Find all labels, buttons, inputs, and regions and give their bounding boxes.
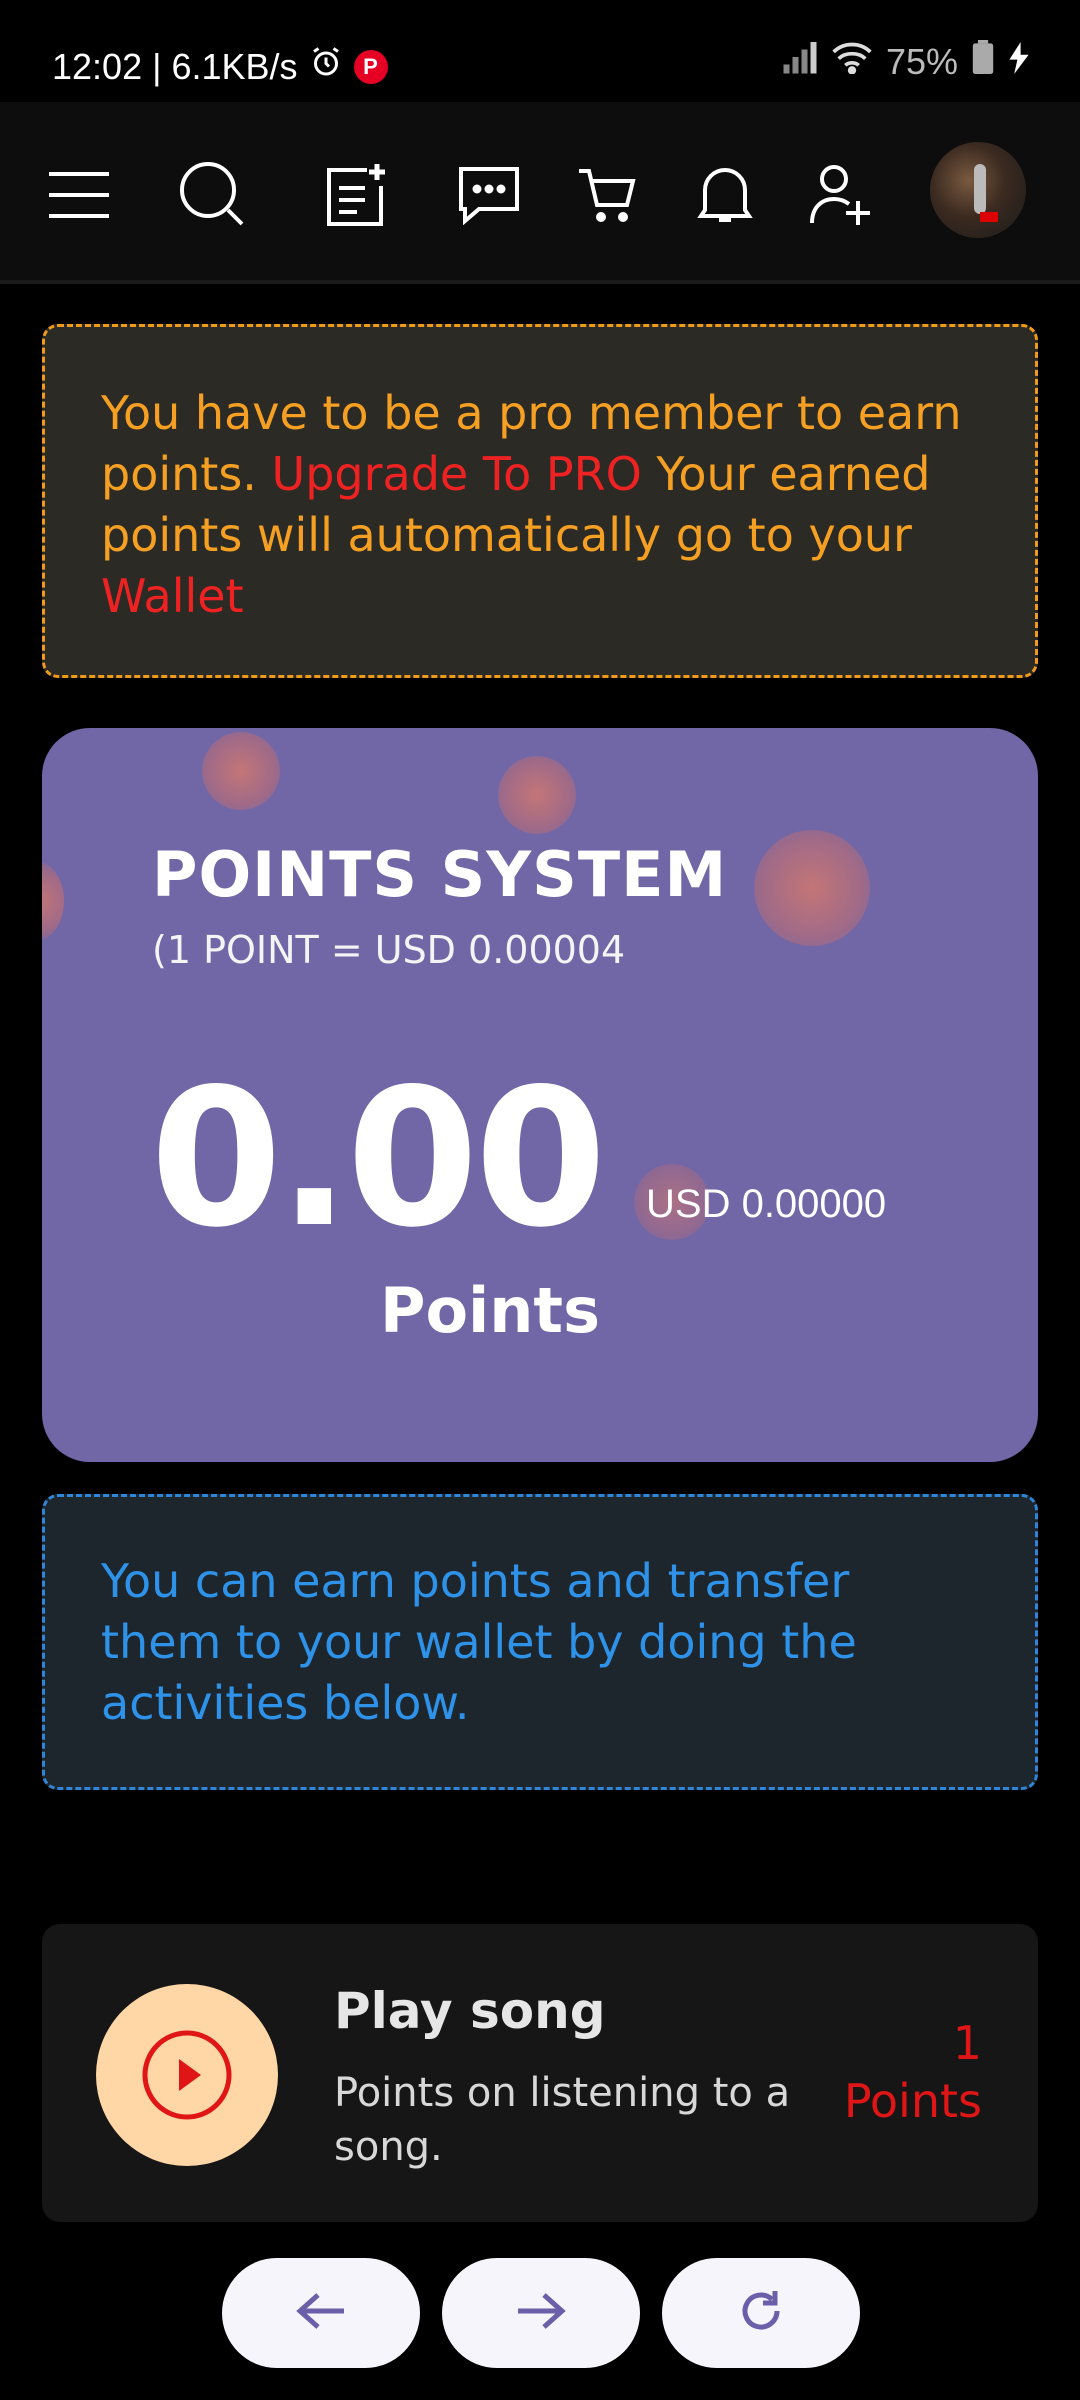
status-bar: 12:02 | 6.1KB/s P 75% [0,0,1080,102]
menu-icon[interactable] [44,160,114,230]
earn-points-notice: You can earn points and transfer them to… [42,1494,1038,1790]
status-left: 12:02 | 6.1KB/s P [52,44,388,89]
points-usd-value: USD 0.00000 [646,1182,887,1226]
pinterest-icon: P [353,49,388,84]
activity-title: Play song [334,1982,606,2040]
activity-play-song[interactable]: Play song Points on listening to a song.… [42,1924,1038,2222]
arrow-left-icon [296,2291,346,2335]
status-right: 75% [782,40,1030,83]
messages-icon[interactable] [454,160,524,230]
upgrade-to-pro-link[interactable]: Upgrade To PRO [272,447,642,501]
battery-icon [972,40,994,83]
points-rate: (1 POINT = USD 0.00004 [152,928,626,972]
avatar[interactable] [930,142,1026,238]
arrow-right-icon [516,2291,566,2335]
earn-notice-text: You can earn points and transfer them to… [101,1554,857,1730]
decorative-bubble [498,756,576,834]
charging-icon [1008,41,1030,83]
points-unit-label: Points [380,1274,600,1347]
search-icon[interactable] [178,160,248,230]
wallet-link[interactable]: Wallet [101,569,244,623]
activity-points-label: Points [843,2074,982,2128]
signal-icon [782,40,818,83]
activity-points-value: 1 [952,2016,982,2070]
refresh-button[interactable] [662,2258,860,2368]
refresh-icon [737,2287,785,2339]
points-value: 0.00 [150,1048,607,1269]
play-icon [96,1984,278,2166]
alarm-icon [308,44,344,89]
points-system-card: POINTS SYSTEM (1 POINT = USD 0.00004 0.0… [42,728,1038,1462]
cart-icon[interactable] [572,160,642,230]
top-navigation [0,102,1080,284]
bell-icon[interactable] [690,160,760,230]
status-time-speed: 12:02 | 6.1KB/s [52,45,298,87]
decorative-bubble [42,862,64,940]
new-post-icon[interactable] [320,160,390,230]
pro-member-notice: You have to be a pro member to earn poin… [42,324,1038,678]
back-button[interactable] [222,2258,420,2368]
wifi-icon [832,40,872,83]
points-system-title: POINTS SYSTEM [152,838,728,911]
decorative-bubble [202,732,280,810]
activity-description: Points on listening to a song. [334,2070,791,2170]
decorative-bubble [754,830,870,946]
battery-percent: 75% [885,40,958,82]
add-user-icon[interactable] [806,160,876,230]
forward-button[interactable] [442,2258,640,2368]
